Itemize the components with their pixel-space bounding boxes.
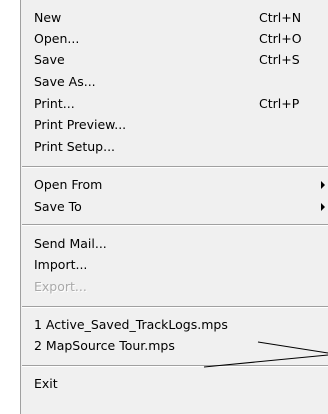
menu-item-save-as-label: Save As... — [34, 74, 96, 89]
menu-item-print-preview-label: Print Preview... — [34, 117, 127, 132]
menu-item-print-setup[interactable]: Print Setup... — [21, 136, 328, 157]
menu-item-send-mail-label: Send Mail... — [34, 236, 107, 251]
menu-item-recent-2-label: 2 MapSource Tour.mps — [34, 338, 175, 353]
menu-item-open-from[interactable]: Open From — [21, 174, 328, 195]
file-menu: New Ctrl+N Open... Ctrl+O Save Ctrl+S Sa… — [20, 0, 328, 414]
menu-item-save[interactable]: Save Ctrl+S — [21, 49, 328, 70]
menu-item-recent-2[interactable]: 2 MapSource Tour.mps — [21, 335, 328, 356]
menu-item-new-label: New — [34, 10, 62, 25]
menu-item-save-as[interactable]: Save As... — [21, 71, 328, 92]
menu-item-save-shortcut: Ctrl+S — [259, 52, 300, 67]
menu-separator — [22, 306, 328, 308]
menu-item-new[interactable]: New Ctrl+N — [21, 7, 328, 28]
menu-item-import[interactable]: Import... — [21, 254, 328, 275]
menu-item-print-shortcut: Ctrl+P — [259, 96, 300, 111]
menu-item-save-to[interactable]: Save To — [21, 196, 328, 217]
menu-item-send-mail[interactable]: Send Mail... — [21, 233, 328, 254]
menu-separator — [22, 224, 328, 226]
menu-item-export-label: Export... — [34, 279, 87, 294]
menu-item-save-label: Save — [34, 52, 65, 67]
submenu-arrow-icon — [321, 181, 325, 189]
menu-item-recent-1[interactable]: 1 Active_Saved_TrackLogs.mps — [21, 314, 328, 335]
menu-separator — [22, 365, 328, 367]
menu-item-open[interactable]: Open... Ctrl+O — [21, 28, 328, 49]
menu-item-print-preview[interactable]: Print Preview... — [21, 114, 328, 135]
menu-item-exit[interactable]: Exit — [21, 373, 328, 394]
menu-item-print[interactable]: Print... Ctrl+P — [21, 93, 328, 114]
menu-item-export: Export... — [21, 276, 328, 297]
menu-item-recent-1-label: 1 Active_Saved_TrackLogs.mps — [34, 317, 228, 332]
submenu-arrow-icon — [321, 203, 325, 211]
menu-separator — [22, 166, 328, 168]
menu-item-exit-label: Exit — [34, 376, 58, 391]
menu-item-print-setup-label: Print Setup... — [34, 139, 116, 154]
menu-item-open-from-label: Open From — [34, 177, 103, 192]
menu-item-import-label: Import... — [34, 257, 88, 272]
menu-item-new-shortcut: Ctrl+N — [259, 10, 302, 25]
menu-item-print-label: Print... — [34, 96, 75, 111]
menu-item-open-shortcut: Ctrl+O — [259, 31, 302, 46]
menu-item-save-to-label: Save To — [34, 199, 82, 214]
menu-item-open-label: Open... — [34, 31, 80, 46]
